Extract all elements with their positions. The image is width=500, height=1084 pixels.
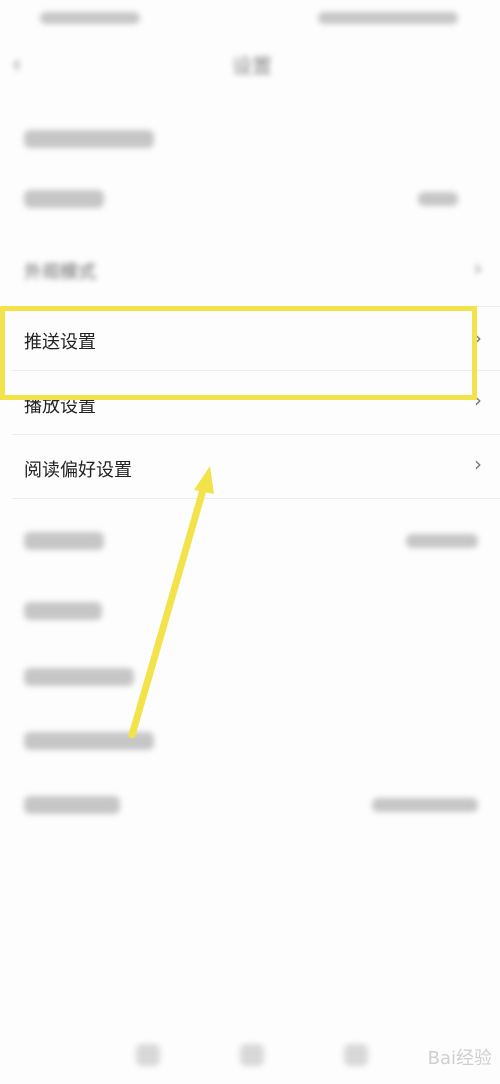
annotation-arrow [128,466,214,739]
watermark: Bai经验 [427,1048,492,1069]
